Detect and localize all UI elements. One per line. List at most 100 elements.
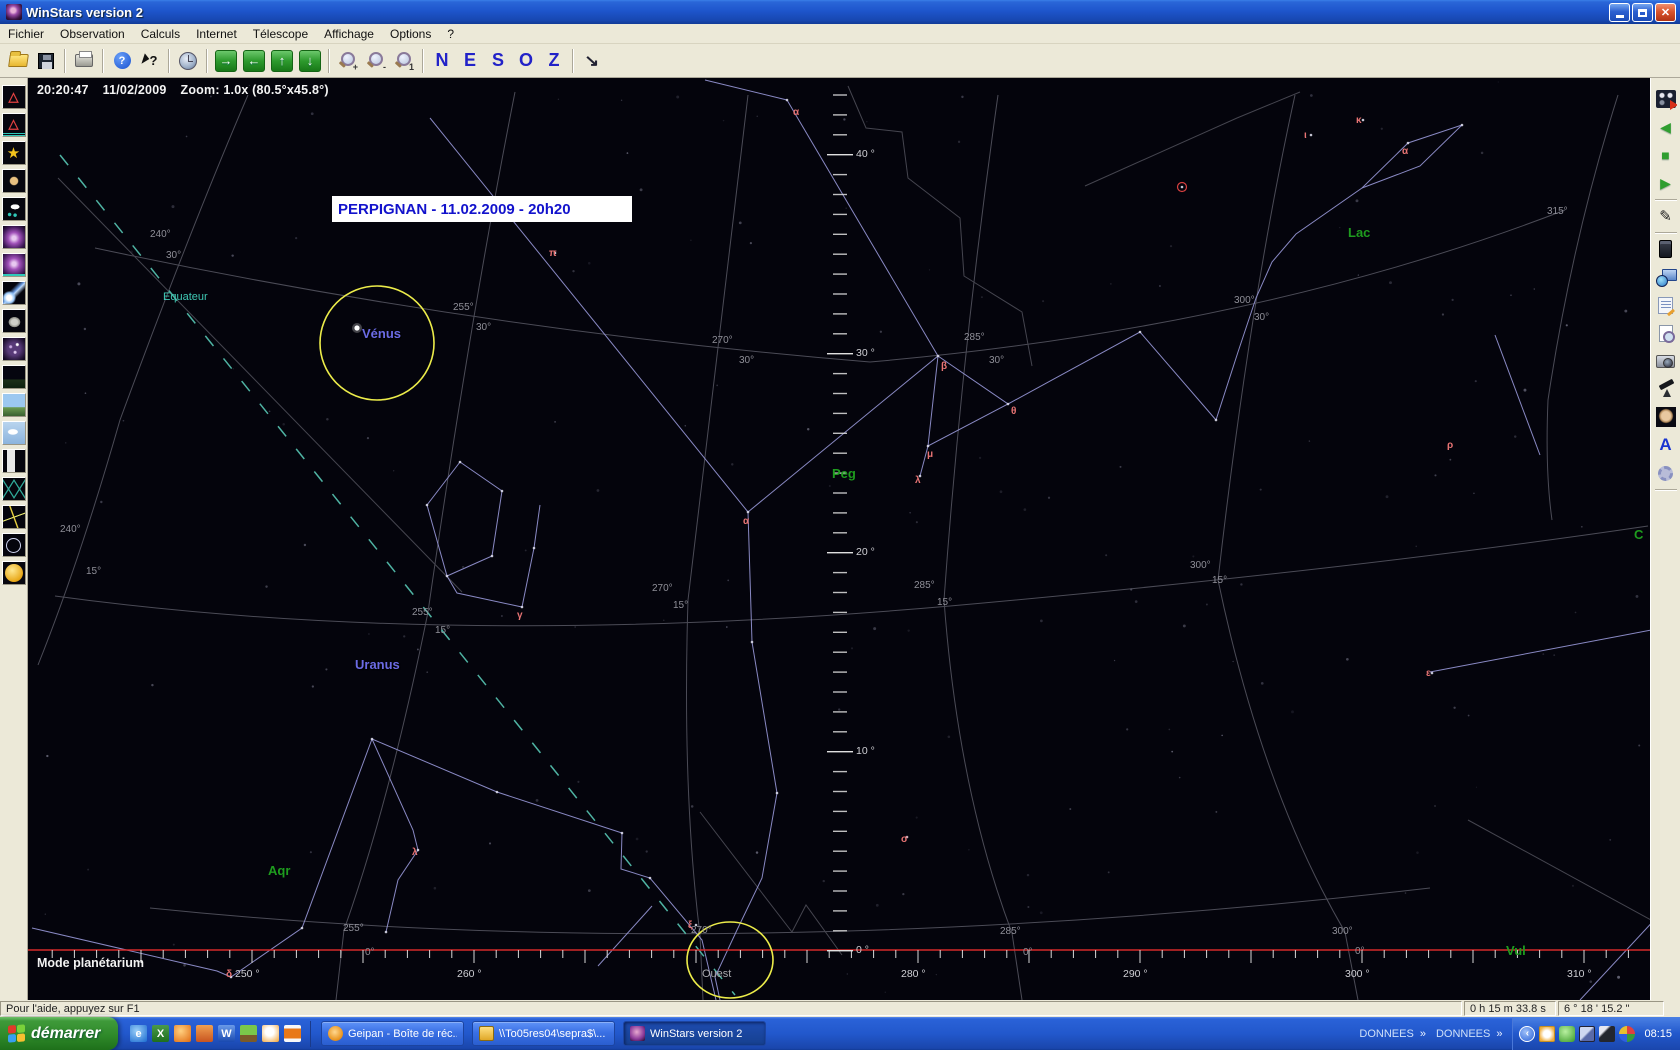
planet-label-uranus[interactable]: Uranus [355, 657, 400, 672]
time-globe-button[interactable] [175, 47, 201, 75]
maximize-button[interactable] [1632, 3, 1653, 22]
tray-clock-icon[interactable] [1539, 1026, 1555, 1042]
toggle-daylight[interactable] [2, 393, 26, 417]
quicklaunch-word-icon[interactable]: W [218, 1025, 235, 1042]
open-folder-button[interactable] [5, 47, 31, 75]
telescope-button[interactable] [1654, 377, 1678, 401]
quicklaunch-clock-icon[interactable] [262, 1025, 279, 1042]
zoom-in-button[interactable]: + [335, 47, 361, 75]
quicklaunch-firefox-icon[interactable] [174, 1025, 191, 1042]
menu-calculs[interactable]: Calculs [133, 25, 188, 43]
toggle-ecliptic-lines[interactable] [2, 505, 26, 529]
toolbar-separator [102, 49, 104, 73]
toolbar-separator [64, 49, 66, 73]
compass-north-button[interactable]: N [429, 47, 455, 75]
labels-letter-a-button[interactable]: A [1654, 433, 1678, 457]
tray-mouse-icon[interactable] [1599, 1026, 1615, 1042]
toggle-milky-way[interactable] [2, 337, 26, 361]
quicklaunch-vlc-icon[interactable] [284, 1025, 301, 1042]
play-backward-button[interactable]: ◀ [1654, 115, 1678, 139]
zoom-out-button[interactable]: - [363, 47, 389, 75]
toggle-azimuth-grid[interactable] [2, 477, 26, 501]
network-button[interactable] [1654, 265, 1678, 289]
camera-button[interactable] [1654, 349, 1678, 373]
toggle-clouds[interactable] [2, 421, 26, 445]
pan-left-button[interactable]: ← [241, 47, 267, 75]
toggle-horizon-landscape[interactable] [2, 365, 26, 389]
tray-screens-icon[interactable] [1579, 1026, 1595, 1042]
quicklaunch-tree-icon[interactable] [240, 1025, 257, 1042]
fullscreen-arrow-button[interactable]: ↘ [579, 47, 605, 75]
sky-chart[interactable]: 20:20:47 11/02/2009 Zoom: 1.0x (80.5°x45… [28, 78, 1650, 1000]
menu-internet[interactable]: Internet [188, 25, 245, 43]
sidebar-separator [1655, 232, 1677, 234]
pan-right-icon: → [215, 50, 237, 72]
star-designation-label: ι [1304, 130, 1307, 141]
help-button[interactable]: ? [109, 47, 135, 75]
compass-west-button[interactable]: O [513, 47, 539, 75]
toggle-planets[interactable] [2, 169, 26, 193]
close-button[interactable]: ✕ [1655, 3, 1676, 22]
pan-right-button[interactable]: → [213, 47, 239, 75]
tray-pin-icon[interactable] [1619, 1026, 1635, 1042]
toggle-nebulae-names[interactable] [2, 253, 26, 277]
zoom-reset-button[interactable]: 1 [391, 47, 417, 75]
stylus-button[interactable]: ✎ [1654, 204, 1678, 228]
toggle-help-ball[interactable] [2, 561, 26, 585]
server-button[interactable] [1654, 237, 1678, 261]
zenith-button[interactable]: Z [541, 47, 567, 75]
taskbar-toolbar-donnees[interactable]: DONNEES» [1436, 1028, 1503, 1040]
taskbar-task--to05res04-sepra-[interactable]: \\To05res04\sepra$\... [472, 1021, 615, 1046]
toggle-ephemerides[interactable] [2, 449, 26, 473]
toggle-nebulae[interactable] [2, 225, 26, 249]
planet-photo-button[interactable] [1654, 405, 1678, 429]
star-designation-label: α [1402, 146, 1408, 157]
quicklaunch-ie-icon[interactable]: e [130, 1025, 147, 1042]
clouds-icon [3, 422, 25, 444]
toggle-constellation-names[interactable]: △ [2, 113, 26, 137]
start-button[interactable]: démarrer [0, 1017, 118, 1050]
document-search-button[interactable] [1654, 321, 1678, 345]
context-help-button[interactable]: ? [137, 47, 163, 75]
menu-affichage[interactable]: Affichage [316, 25, 382, 43]
menu-fichier[interactable]: Fichier [0, 25, 52, 43]
taskbar-task-geipan-bo-te-de-r-c-[interactable]: Geipan - Boîte de réc... [321, 1021, 464, 1046]
toggle-comets[interactable] [2, 281, 26, 305]
tray-collapse-chevron-icon[interactable]: ‹ [1519, 1026, 1535, 1042]
minimize-button[interactable] [1609, 3, 1630, 22]
chevron-icon[interactable]: » [1420, 1028, 1426, 1040]
animation-button[interactable] [1654, 87, 1678, 111]
toggle-constellation-figures[interactable]: △ [2, 85, 26, 109]
pan-down-button[interactable]: ↓ [297, 47, 323, 75]
taskbar-toolbar-donnees[interactable]: DONNEES» [1359, 1028, 1426, 1040]
compass-south-button[interactable]: S [485, 47, 511, 75]
tray-green-icon[interactable] [1559, 1026, 1575, 1042]
taskbar-task-winstars-version-2[interactable]: WinStars version 2 [623, 1021, 766, 1046]
play-forward-button[interactable]: ▶ [1654, 171, 1678, 195]
planet-label-vnus[interactable]: Vénus [362, 326, 401, 341]
print-button[interactable] [71, 47, 97, 75]
star-designation-label: θ [1011, 406, 1016, 417]
compass-east-button[interactable]: E [457, 47, 483, 75]
menu-observation[interactable]: Observation [52, 25, 133, 43]
toggle-orbits[interactable] [2, 533, 26, 557]
notepad-button[interactable] [1654, 293, 1678, 317]
settings-gear-button[interactable] [1654, 461, 1678, 485]
star-designation-label: π [549, 248, 557, 259]
quicklaunch-excel-icon[interactable]: X [152, 1025, 169, 1042]
stop-button[interactable]: ■ [1654, 143, 1678, 167]
save-button[interactable] [33, 47, 59, 75]
menu-tlescope[interactable]: Télescope [245, 25, 316, 43]
quicklaunch-mail-icon[interactable] [196, 1025, 213, 1042]
toggle-asteroids[interactable] [2, 309, 26, 333]
toggle-stars[interactable]: ★ [2, 141, 26, 165]
title-bar[interactable]: WinStars version 2 ✕ [0, 0, 1680, 24]
toolbar-separator [572, 49, 574, 73]
menu-options[interactable]: Options [382, 25, 439, 43]
pan-up-button[interactable]: ↑ [269, 47, 295, 75]
star-designation-label: β [941, 361, 947, 372]
chevron-icon[interactable]: » [1496, 1028, 1502, 1040]
star-designation-label: κ [1356, 115, 1362, 126]
toggle-satellites[interactable] [2, 197, 26, 221]
menu-[interactable]: ? [439, 25, 462, 43]
